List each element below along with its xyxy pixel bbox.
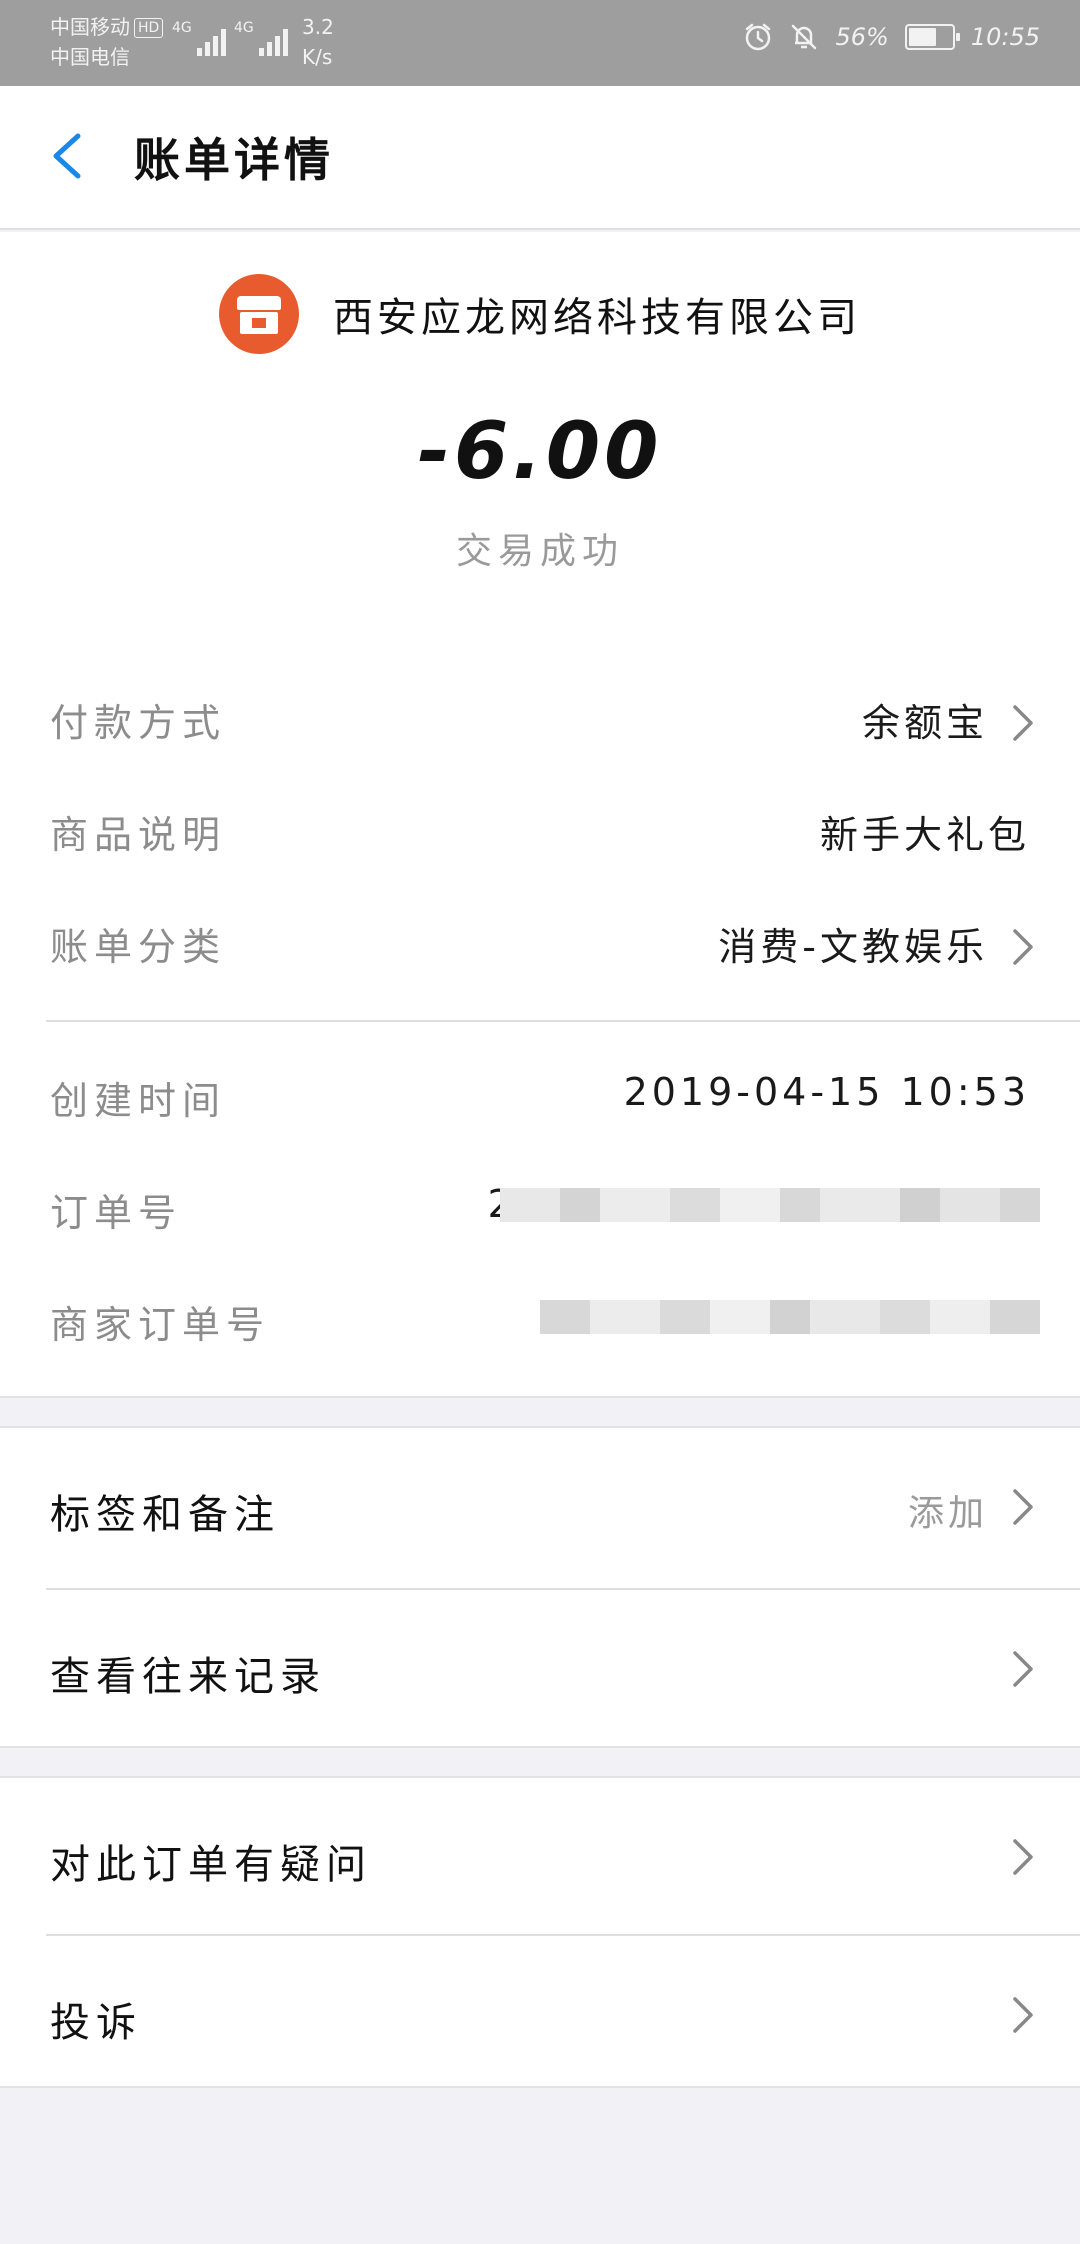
view-history-row[interactable]: 查看往来记录 [0,1590,1080,1746]
product-description-value: 新手大礼包 [819,813,1030,857]
masked-order-number [500,1188,1040,1222]
payment-method-row[interactable]: 付款方式 余额宝 [0,672,1080,762]
chevron-right-icon [1013,1839,1033,1875]
bill-category-value: 消费-文教娱乐 [718,925,988,969]
masked-merchant-order-number [540,1300,1040,1334]
status-bar: 中国移动 HD 中国电信 4G 4G 3.2 K/s 56% 10:55 [0,0,1080,86]
tags-history-section: 标签和备注 添加 查看往来记录 [0,1426,1080,1748]
store-icon [219,274,299,354]
merchant-order-number-row: 商家订单号 [0,1274,1080,1364]
chevron-right-icon [1013,1651,1033,1687]
merchant-order-number-label: 商家订单号 [50,1303,271,1347]
merchant-name: 西安应龙网络科技有限公司 [333,295,861,341]
support-section: 对此订单有疑问 投诉 [0,1776,1080,2088]
bill-detail-card: 西安应龙网络科技有限公司 -6.00 交易成功 付款方式 余额宝 商品说明 新手… [0,232,1080,1398]
bill-category-row[interactable]: 账单分类 消费-文教娱乐 [0,896,1080,986]
alarm-icon [746,23,771,51]
carrier-2: 中国电信 [50,45,130,69]
battery-icon [904,24,960,50]
battery-percent: 56% [835,23,889,51]
carrier-1: 中国移动 [50,15,130,39]
product-description-label: 商品说明 [50,813,227,857]
created-time-row: 创建时间 2019-04-15 10:53 [0,1050,1080,1140]
signal-strength-icon-2: 4G [234,20,288,56]
signal-strength-icon: 4G [172,20,226,56]
mute-bell-icon [792,24,817,50]
order-question-row[interactable]: 对此订单有疑问 [0,1778,1080,1934]
bill-category-label: 账单分类 [50,925,227,969]
created-time-label: 创建时间 [50,1079,227,1123]
network-speed: 3.2 K/s [302,15,334,69]
payment-method-label: 付款方式 [50,701,227,745]
order-question-label: 对此订单有疑问 [50,1842,372,1888]
product-description-row: 商品说明 新手大礼包 [0,784,1080,874]
amount: -6.00 [417,407,663,497]
chevron-right-icon [1013,1489,1033,1525]
page-title: 账单详情 [134,133,334,187]
tags-notes-label: 标签和备注 [50,1492,280,1538]
created-time-value: 2019-04-15 10:53 [623,1070,1030,1114]
tags-notes-row[interactable]: 标签和备注 添加 [0,1428,1080,1584]
chevron-right-icon [1013,929,1033,965]
trade-status: 交易成功 [455,531,624,572]
carrier-info: 中国移动 HD 中国电信 [50,12,164,72]
clock: 10:55 [970,23,1040,51]
complaint-label: 投诉 [50,2000,142,2046]
order-number-row: 订单号 20 [0,1162,1080,1252]
divider [46,1020,1080,1022]
chevron-right-icon [1013,705,1033,741]
payment-method-value: 余额宝 [861,701,988,745]
merchant-header[interactable]: 西安应龙网络科技有限公司 [0,274,1080,354]
chevron-right-icon [1013,1997,1033,2033]
tags-notes-add[interactable]: 添加 [908,1484,988,1536]
nav-bar: 账单详情 [0,86,1080,230]
complaint-row[interactable]: 投诉 [0,1936,1080,2092]
view-history-label: 查看往来记录 [50,1654,326,1700]
hd-badge: HD [134,18,164,38]
order-number-label: 订单号 [50,1191,183,1235]
back-arrow-icon[interactable] [40,126,100,186]
